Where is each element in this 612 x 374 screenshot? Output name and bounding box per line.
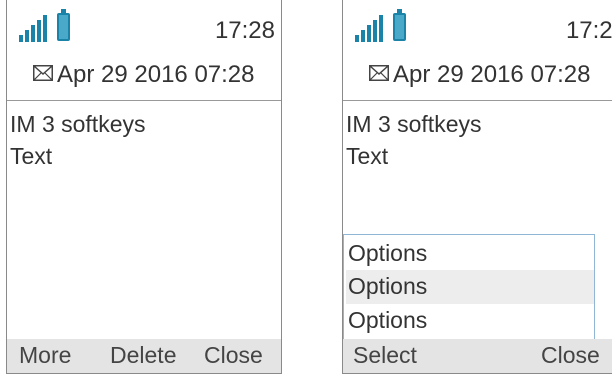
phone-screen-right: 17:28 Apr 29 2016 07:28 IM 3 softkeys Te… (342, 0, 612, 374)
close-softkey[interactable]: Close (541, 342, 600, 369)
more-softkey[interactable]: More (19, 342, 71, 369)
envelope-icon (33, 65, 53, 81)
phone-screen-left: 17:28 Apr 29 2016 07:28 IM 3 softkeys Te… (6, 0, 282, 374)
options-menu-item[interactable]: Options (346, 237, 594, 271)
message-datetime: Apr 29 2016 07:28 (393, 61, 591, 88)
status-bar: 17:28 (343, 0, 612, 50)
options-menu: Options Options Options (343, 234, 595, 342)
options-menu-item-selected[interactable]: Options (346, 270, 594, 304)
envelope-icon (369, 65, 389, 81)
select-softkey[interactable]: Select (353, 342, 417, 369)
message-header: Apr 29 2016 07:28 (343, 57, 612, 97)
message-text: Text (10, 143, 53, 169)
message-header: Apr 29 2016 07:28 (7, 57, 281, 97)
delete-softkey[interactable]: Delete (110, 342, 176, 369)
clock: 17:28 (565, 17, 612, 44)
signal-bars-icon (355, 15, 383, 42)
battery-icon (57, 9, 70, 41)
status-bar: 17:28 (7, 0, 281, 50)
close-softkey[interactable]: Close (204, 342, 263, 369)
softkey-bar: More Delete Close (7, 339, 281, 373)
divider (343, 100, 612, 101)
battery-icon (393, 9, 406, 41)
divider (7, 100, 281, 101)
message-text: Text (346, 143, 389, 169)
message-title: IM 3 softkeys (346, 111, 482, 137)
softkey-bar: Select Close (343, 339, 612, 373)
clock: 17:28 (214, 17, 275, 44)
signal-bars-icon (19, 15, 47, 42)
message-datetime: Apr 29 2016 07:28 (57, 61, 255, 88)
options-menu-item[interactable]: Options (346, 304, 594, 338)
message-title: IM 3 softkeys (10, 111, 146, 137)
